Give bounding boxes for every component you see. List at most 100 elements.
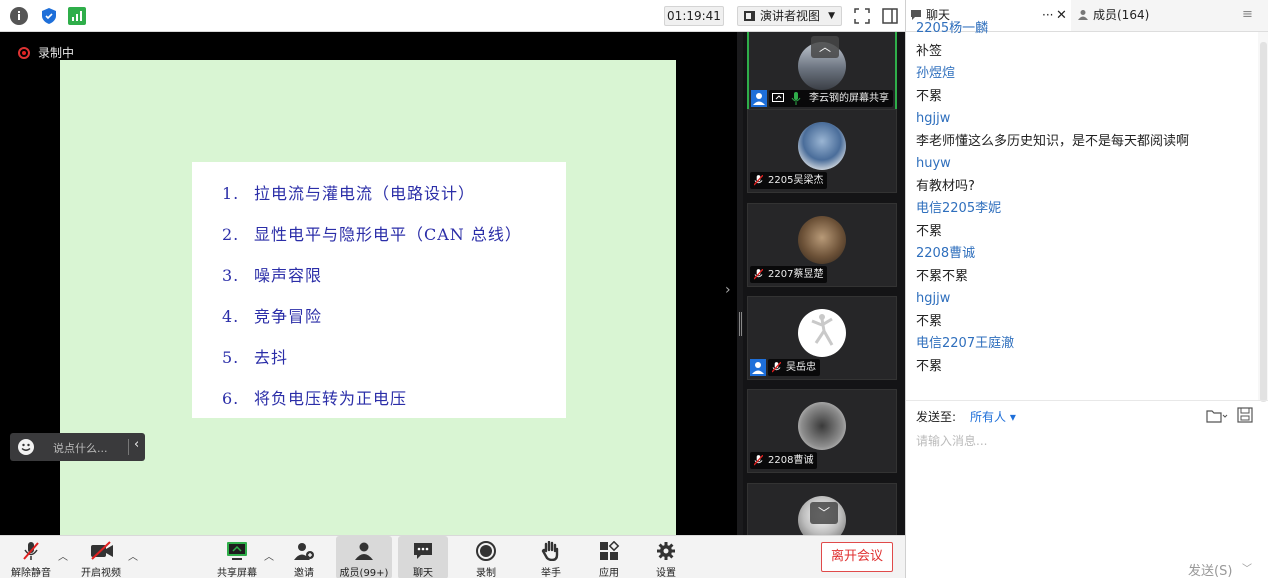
- mic-on-icon: [791, 92, 801, 105]
- send-to-row: 发送至: 所有人 ▾: [916, 408, 1016, 425]
- message-text: 不累: [916, 89, 943, 104]
- slide-list-item: 6. 将负电压转为正电压: [192, 385, 566, 426]
- scroll-up-icon[interactable]: ︿: [811, 36, 839, 58]
- chat-scrollbar[interactable]: [1258, 32, 1268, 402]
- item-number: 6.: [222, 389, 240, 408]
- view-mode-dropdown[interactable]: 演讲者视图 ▼: [737, 6, 842, 26]
- shared-screen-stage: 录制中 1. 拉电流与灌电流（电路设计） 2. 显性电平与隐形电平（CAN 总线） …: [0, 32, 742, 535]
- participant-tile[interactable]: 吴岳忠: [747, 296, 897, 380]
- message-sender[interactable]: 2205杨一麟: [916, 20, 1256, 40]
- tile-name: 2205吴梁杰: [768, 175, 824, 186]
- mic-muted-icon: [20, 541, 42, 561]
- message-sender[interactable]: hgjjw: [916, 108, 1256, 130]
- apps-button[interactable]: 应用: [589, 536, 629, 578]
- audio-options-chevron-icon[interactable]: ︿: [58, 548, 68, 563]
- share-screen-icon: [226, 541, 248, 561]
- settings-label: 设置: [656, 568, 676, 578]
- chat-message-list: 2205杨一麟 补签 孙煜煊 不累 hgjjw 李老师懂这么多历史知识，是不是每…: [916, 20, 1256, 400]
- unmute-button[interactable]: 解除静音: [6, 536, 56, 578]
- item-text: 噪声容限: [254, 266, 323, 285]
- divider: [128, 439, 129, 455]
- item-text: 显性电平与隐形电平（CAN 总线）: [254, 225, 522, 244]
- start-video-label: 开启视频: [81, 568, 121, 578]
- message-text: 李老师懂这么多历史知识，是不是每天都阅读啊: [916, 134, 1190, 149]
- info-icon[interactable]: [10, 7, 28, 25]
- recording-label: 录制中: [38, 46, 75, 60]
- participant-name-label: 吴岳忠: [768, 359, 820, 376]
- screen-share-icon: [772, 93, 784, 102]
- resize-handle[interactable]: [739, 312, 742, 336]
- slide-content-card: 1. 拉电流与灌电流（电路设计） 2. 显性电平与隐形电平（CAN 总线） 3. 噪声…: [192, 162, 566, 418]
- invite-button[interactable]: 邀请: [284, 536, 324, 578]
- avatar: [798, 309, 846, 357]
- members-button[interactable]: 成员(99+): [336, 536, 392, 578]
- slide-list-item: 2. 显性电平与隐形电平（CAN 总线）: [192, 221, 566, 262]
- members-icon: [353, 541, 375, 561]
- record-label: 录制: [476, 568, 496, 578]
- message-input[interactable]: 请输入消息...: [916, 432, 987, 449]
- sidebar-toggle-icon[interactable]: [880, 6, 900, 26]
- gear-icon: [655, 541, 677, 561]
- collapse-chevron-icon[interactable]: ‹: [134, 437, 139, 452]
- video-off-icon: [90, 541, 113, 561]
- start-video-button[interactable]: 开启视频: [76, 536, 126, 578]
- item-number: 3.: [222, 266, 240, 285]
- tile-name: 吴岳忠: [786, 362, 816, 373]
- scrollbar-thumb[interactable]: [1260, 42, 1267, 402]
- fullscreen-icon[interactable]: [852, 6, 872, 26]
- slide-list-item: 3. 噪声容限: [192, 262, 566, 303]
- video-options-chevron-icon[interactable]: ︿: [128, 548, 138, 563]
- file-upload-icon[interactable]: [1206, 408, 1228, 427]
- scroll-down-icon[interactable]: ﹀: [810, 502, 838, 524]
- settings-button[interactable]: 设置: [646, 536, 686, 578]
- chat-button[interactable]: 聊天: [398, 536, 448, 578]
- participant-tile[interactable]: ︿ 李云钢的屏幕共享: [747, 32, 897, 112]
- emoji-icon[interactable]: [18, 439, 34, 455]
- record-dot-icon: [18, 47, 30, 59]
- participant-tile[interactable]: 2208曹诚: [747, 389, 897, 473]
- share-screen-label: 共享屏幕: [217, 568, 257, 578]
- floating-chat-input[interactable]: 说点什么... ‹: [10, 433, 145, 461]
- item-number: 5.: [222, 348, 240, 367]
- record-button[interactable]: 录制: [466, 536, 506, 578]
- chevron-down-icon: ▼: [828, 11, 835, 21]
- invite-label: 邀请: [294, 568, 314, 578]
- participant-gallery: ︿ 李云钢的屏幕共享 2205吴梁杰 2207蔡昱楚 吴岳忠 2208曹诚 ﹀: [743, 32, 905, 535]
- security-shield-icon[interactable]: [40, 7, 58, 25]
- message-sender[interactable]: 孙煜煊: [916, 63, 1256, 85]
- mic-muted-icon: [754, 269, 763, 280]
- item-number: 4.: [222, 307, 240, 326]
- save-chat-icon[interactable]: [1237, 407, 1253, 427]
- participant-tile[interactable]: 2205吴梁杰: [747, 109, 897, 193]
- apps-grid-icon: [598, 540, 620, 561]
- leave-meeting-button[interactable]: 离开会议: [821, 542, 893, 572]
- item-number: 1.: [222, 184, 240, 203]
- message-text: 不累: [916, 314, 943, 329]
- message-sender[interactable]: 2208曹诚: [916, 243, 1256, 265]
- message-sender[interactable]: 电信2205李妮: [916, 198, 1256, 220]
- participant-tile[interactable]: ﹀: [747, 483, 897, 535]
- message-sender[interactable]: 电信2207王庭澈: [916, 333, 1256, 355]
- item-text: 去抖: [254, 348, 289, 367]
- speaker-view-icon: [744, 11, 755, 21]
- message-sender[interactable]: huyw: [916, 153, 1256, 175]
- recipient-dropdown[interactable]: 所有人 ▾: [970, 410, 1016, 424]
- expand-chevron-icon[interactable]: ›: [725, 282, 731, 298]
- divider: [906, 400, 1268, 401]
- chat-input-placeholder[interactable]: 说点什么...: [53, 440, 108, 456]
- message-sender[interactable]: hgjjw: [916, 288, 1256, 310]
- share-options-chevron-icon[interactable]: ︿: [264, 548, 274, 563]
- add-user-icon: [293, 541, 315, 561]
- message-text: 补签: [916, 44, 943, 59]
- signal-strength-icon[interactable]: [68, 7, 86, 25]
- participant-tile[interactable]: 2207蔡昱楚: [747, 203, 897, 287]
- share-screen-button[interactable]: 共享屏幕: [212, 536, 262, 578]
- chat-panel: 聊天 ··· ✕ 成员(164) ≡ 2205杨一麟 补签 孙煜煊 不累 hgj…: [905, 0, 1268, 578]
- mic-muted-icon: [754, 455, 763, 466]
- send-button[interactable]: 发送(S): [1188, 560, 1232, 578]
- raise-hand-button[interactable]: 举手: [531, 536, 571, 578]
- avatar: [798, 216, 846, 264]
- view-mode-label: 演讲者视图: [760, 9, 821, 23]
- send-options-chevron-icon[interactable]: ﹀: [1242, 560, 1252, 575]
- chat-icon: [412, 541, 434, 561]
